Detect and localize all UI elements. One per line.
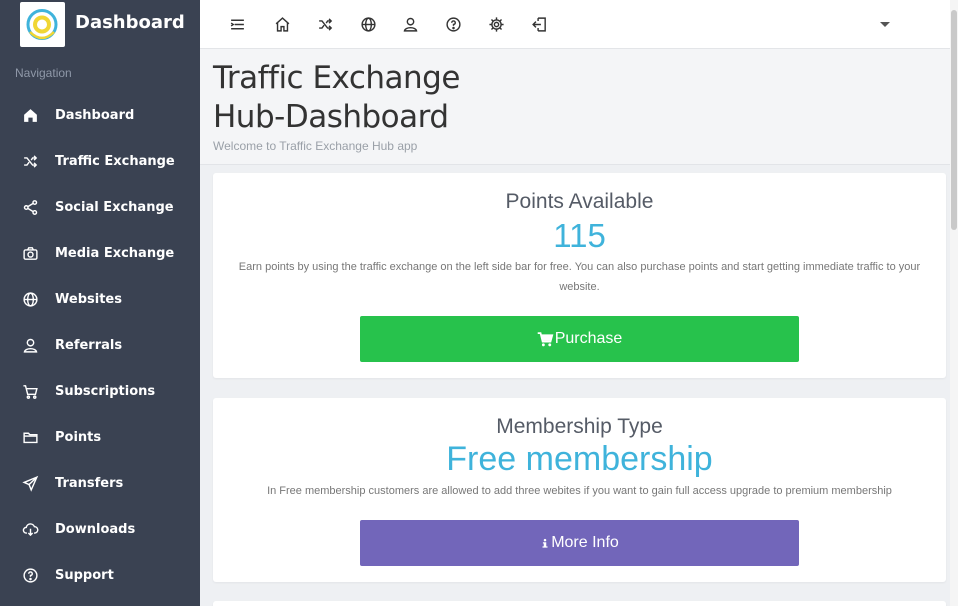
help-icon bbox=[23, 567, 38, 583]
next-card bbox=[213, 601, 946, 606]
folder-icon bbox=[23, 432, 38, 443]
membership-card: Membership Type Free membership In Free … bbox=[213, 398, 946, 582]
menu-toggle-icon[interactable] bbox=[226, 13, 248, 35]
page-title: Traffic Exchange Hub-Dashboard bbox=[213, 60, 460, 135]
sidebar-item-label: Support bbox=[55, 567, 114, 583]
points-value: 115 bbox=[553, 217, 606, 254]
sidebar-item-traffic-exchange[interactable]: Traffic Exchange bbox=[0, 138, 200, 184]
sidebar-item-label: Dashboard bbox=[55, 107, 135, 123]
sidebar-item-label: Social Exchange bbox=[55, 199, 174, 215]
sidebar-item-label: Subscriptions bbox=[55, 383, 156, 399]
app-logo bbox=[20, 2, 65, 47]
nav-list: Dashboard Traffic Exchange Social Exchan… bbox=[0, 92, 200, 598]
gear-icon[interactable] bbox=[485, 13, 507, 35]
sidebar-item-label: Websites bbox=[55, 291, 122, 307]
page-header: Traffic Exchange Hub-Dashboard Welcome t… bbox=[200, 49, 950, 165]
user-icon bbox=[23, 338, 38, 353]
sidebar-item-label: Points bbox=[55, 429, 102, 445]
sidebar-item-points[interactable]: Points bbox=[0, 414, 200, 460]
sidebar-item-subscriptions[interactable]: Subscriptions bbox=[0, 368, 200, 414]
sidebar-item-label: Downloads bbox=[55, 521, 136, 537]
scrollbar[interactable] bbox=[950, 0, 958, 606]
topbar bbox=[200, 0, 958, 49]
more-info-button[interactable]: More Info bbox=[360, 520, 799, 566]
sidebar-item-social-exchange[interactable]: Social Exchange bbox=[0, 184, 200, 230]
sidebar-item-support[interactable]: Support bbox=[0, 552, 200, 598]
more-info-button-label: More Info bbox=[551, 534, 619, 551]
page-subtitle: Welcome to Traffic Exchange Hub app bbox=[213, 139, 418, 153]
sidebar-item-transfers[interactable]: Transfers bbox=[0, 460, 200, 506]
sidebar-item-downloads[interactable]: Downloads bbox=[0, 506, 200, 552]
membership-card-title: Membership Type bbox=[496, 415, 663, 438]
cloud-download-icon bbox=[22, 522, 39, 536]
home-icon bbox=[24, 108, 37, 122]
purchase-button[interactable]: Purchase bbox=[360, 316, 799, 362]
points-card: Points Available 115 Earn points by usin… bbox=[213, 173, 946, 378]
globe-icon bbox=[23, 291, 38, 307]
points-description: Earn points by using the traffic exchang… bbox=[238, 261, 921, 293]
user-dropdown-caret[interactable] bbox=[880, 22, 890, 27]
share-icon bbox=[23, 199, 38, 215]
cart-icon bbox=[537, 331, 554, 346]
sidebar-item-dashboard[interactable]: Dashboard bbox=[0, 92, 200, 138]
membership-description: In Free membership customers are allowed… bbox=[267, 485, 892, 497]
help-icon[interactable] bbox=[442, 13, 464, 35]
sidebar-item-label: Transfers bbox=[55, 475, 124, 491]
sidebar-item-media-exchange[interactable]: Media Exchange bbox=[0, 230, 200, 276]
camera-icon bbox=[23, 246, 38, 260]
info-icon bbox=[542, 538, 548, 548]
sidebar-item-label: Traffic Exchange bbox=[55, 153, 175, 169]
shuffle-icon bbox=[24, 154, 38, 168]
logout-icon[interactable] bbox=[528, 13, 550, 35]
points-card-title: Points Available bbox=[505, 190, 654, 213]
sidebar: Dashboard Navigation Dashboard Traffic E… bbox=[0, 0, 200, 606]
sidebar-item-referrals[interactable]: Referrals bbox=[0, 322, 200, 368]
brand[interactable]: Dashboard bbox=[0, 0, 200, 50]
sidebar-item-label: Referrals bbox=[55, 337, 123, 353]
user-icon[interactable] bbox=[399, 13, 421, 35]
nav-heading: Navigation bbox=[15, 66, 72, 80]
cart-icon bbox=[23, 384, 38, 399]
purchase-button-label: Purchase bbox=[554, 330, 623, 347]
globe-icon[interactable] bbox=[357, 13, 379, 35]
sidebar-item-websites[interactable]: Websites bbox=[0, 276, 200, 322]
scrollbar-thumb[interactable] bbox=[951, 10, 957, 230]
home-icon[interactable] bbox=[271, 13, 293, 35]
brand-title: Dashboard bbox=[75, 12, 185, 33]
sidebar-item-label: Media Exchange bbox=[55, 245, 175, 261]
shuffle-icon[interactable] bbox=[314, 13, 336, 35]
membership-value: Free membership bbox=[446, 440, 713, 478]
paper-plane-icon bbox=[22, 475, 39, 492]
